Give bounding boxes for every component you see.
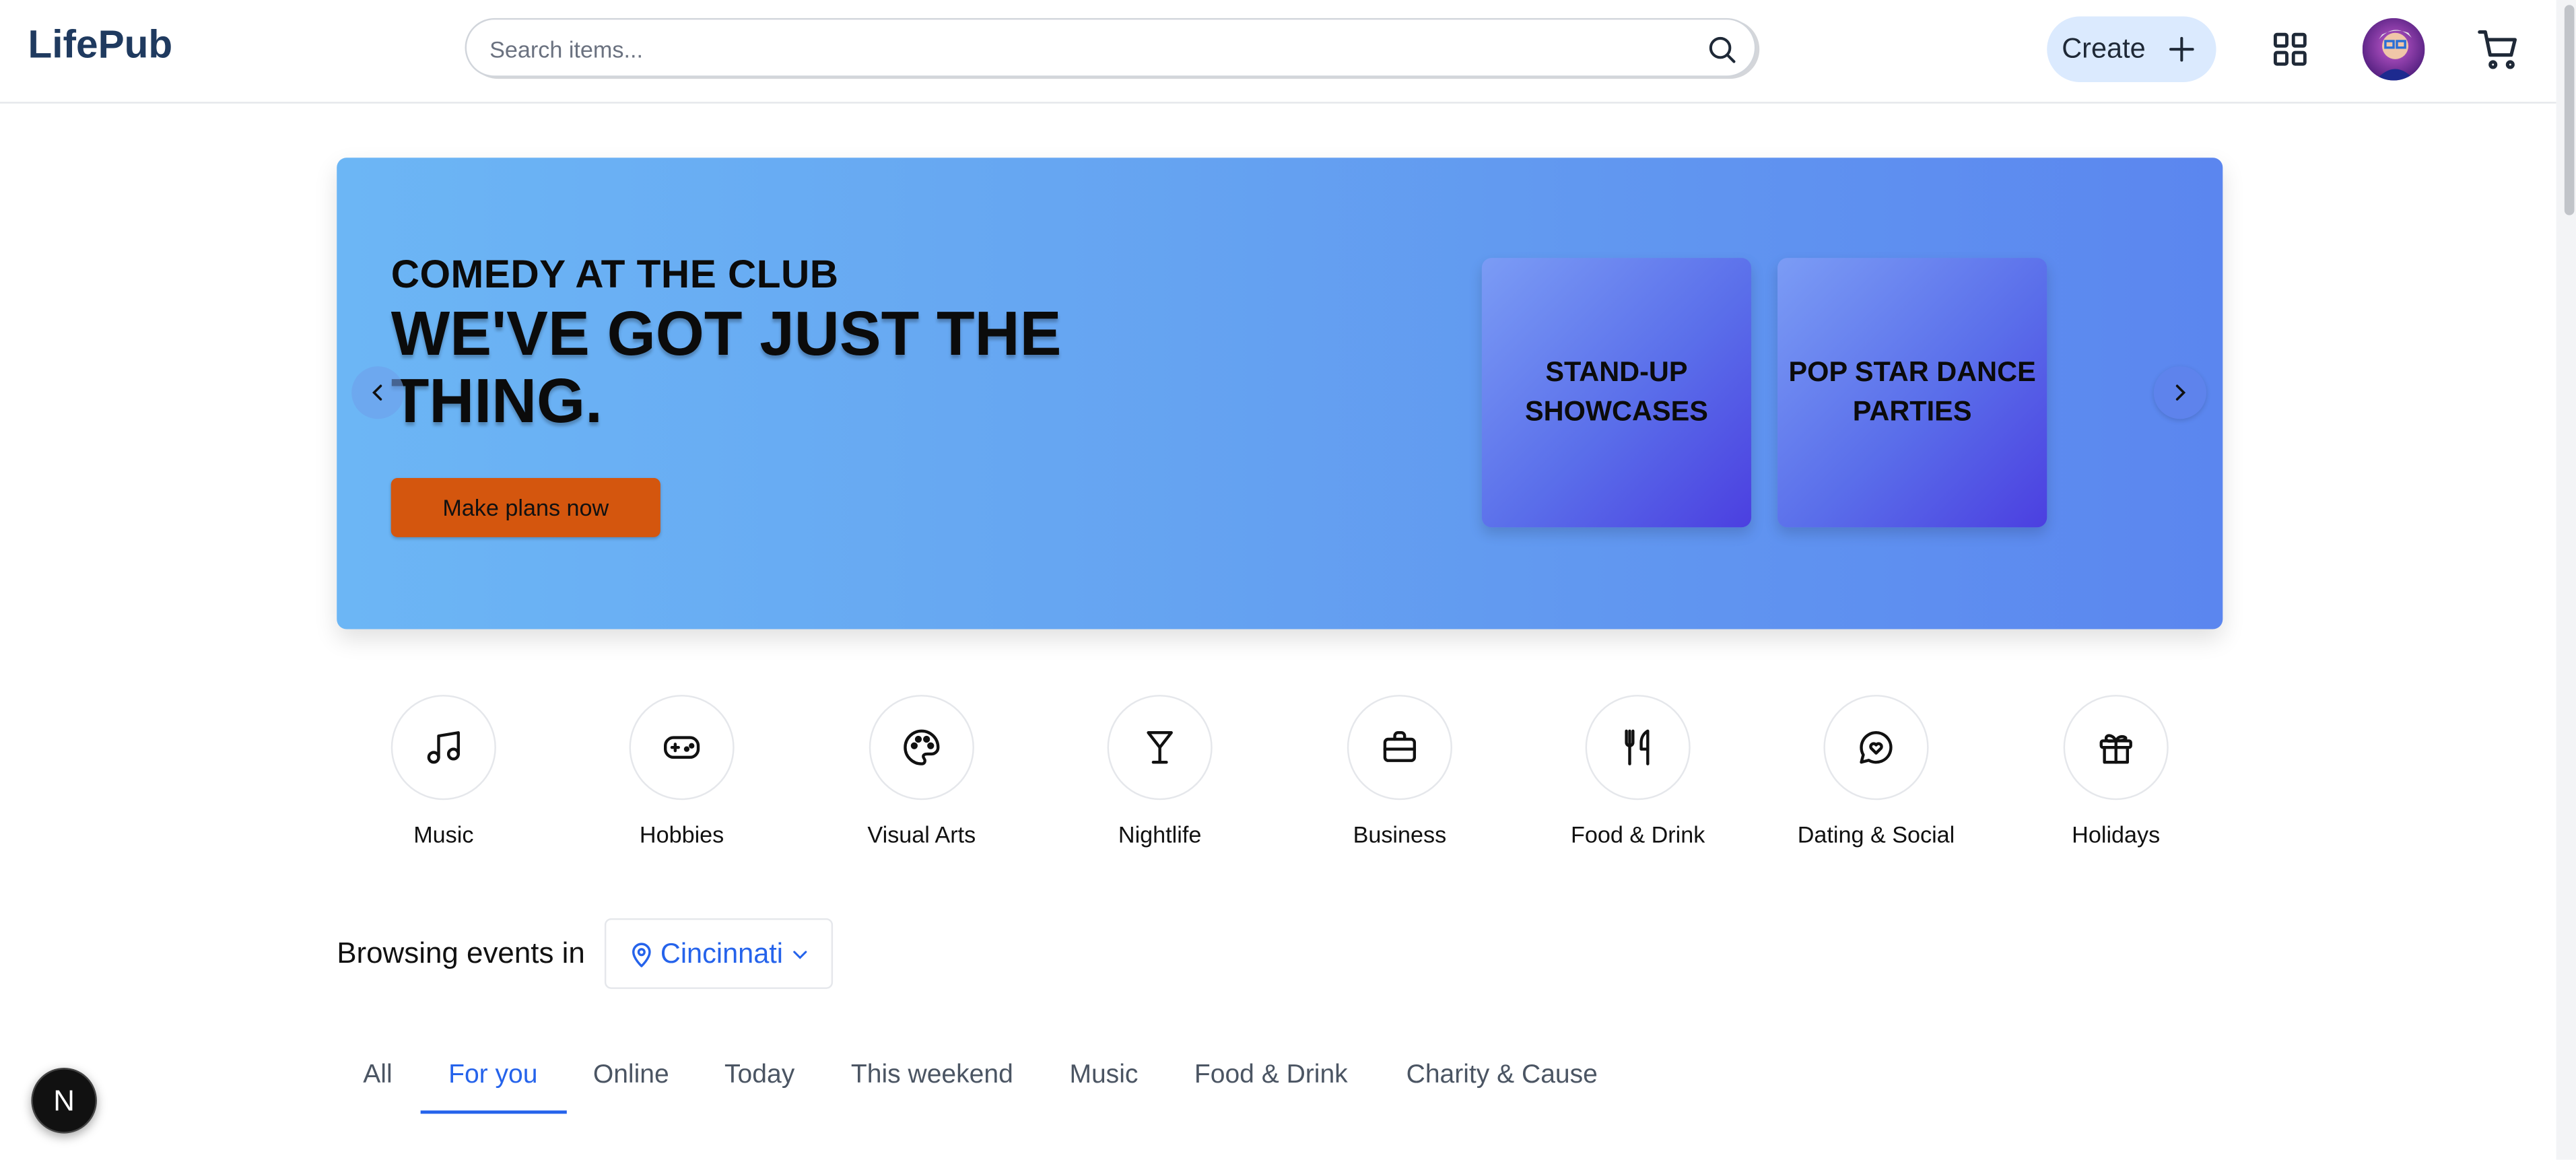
hero-kicker: COMEDY AT THE CLUB: [391, 252, 839, 298]
category-label: Dating & Social: [1797, 821, 1955, 848]
create-button[interactable]: Create: [2047, 16, 2216, 82]
category-music[interactable]: Music: [337, 695, 550, 848]
category-label: Visual Arts: [867, 821, 976, 848]
chevron-left-icon: [372, 384, 382, 401]
category-circle[interactable]: [1585, 695, 1691, 800]
category-label: Music: [413, 821, 474, 848]
tab-online[interactable]: Online: [593, 1061, 669, 1091]
tab-this-weekend[interactable]: This weekend: [851, 1061, 1013, 1091]
scrollbar-thumb[interactable]: [2564, 5, 2575, 215]
category-label: Business: [1353, 821, 1447, 848]
tab-all[interactable]: All: [363, 1061, 392, 1091]
top-nav: LifePub Create: [0, 0, 2556, 104]
apps-grid-icon[interactable]: [2270, 30, 2310, 69]
hero-card-standup[interactable]: STAND-UP SHOWCASES: [1481, 258, 1752, 528]
category-food-drink[interactable]: Food & Drink: [1531, 695, 1744, 848]
category-circle[interactable]: [2063, 695, 2169, 800]
hero-card-dance[interactable]: POP STAR DANCE PARTIES: [1777, 258, 2047, 528]
tab-for-you[interactable]: For you: [448, 1061, 537, 1091]
avatar[interactable]: [2362, 18, 2425, 81]
chat-heart-icon: [1860, 731, 1893, 764]
tab-today[interactable]: Today: [724, 1061, 794, 1091]
category-circle[interactable]: [629, 695, 735, 800]
hero-title: WE'VE GOT JUST THE THING.: [391, 300, 1062, 438]
dev-tools-badge[interactable]: N: [31, 1068, 97, 1134]
music-note-icon: [427, 731, 460, 764]
browsing-label: Browsing events in: [337, 936, 585, 969]
category-circle[interactable]: [1107, 695, 1213, 800]
cocktail-icon: [1147, 731, 1173, 764]
chevron-right-icon: [2175, 384, 2186, 401]
create-label: Create: [2062, 32, 2146, 65]
category-label: Hobbies: [639, 821, 724, 848]
map-pin-icon: [632, 943, 651, 967]
category-circle[interactable]: [1347, 695, 1452, 800]
palette-icon: [904, 729, 940, 765]
search-bar: [465, 18, 1757, 77]
tab-food-drink[interactable]: Food & Drink: [1194, 1061, 1348, 1091]
tab-music[interactable]: Music: [1069, 1061, 1138, 1091]
gift-icon: [2099, 734, 2132, 764]
location-value: Cincinnati: [660, 938, 784, 969]
category-label: Food & Drink: [1570, 821, 1705, 848]
location-dropdown[interactable]: Cincinnati: [604, 918, 834, 989]
active-tab-indicator: [420, 1110, 567, 1114]
category-visual-arts[interactable]: Visual Arts: [815, 695, 1028, 848]
briefcase-icon: [1383, 731, 1417, 762]
category-nightlife[interactable]: Nightlife: [1053, 695, 1266, 848]
carousel-next-button[interactable]: [2153, 366, 2206, 419]
hero-banner: COMEDY AT THE CLUB WE'VE GOT JUST THE TH…: [337, 158, 2223, 629]
category-label: Nightlife: [1118, 821, 1202, 848]
tab-charity-cause[interactable]: Charity & Cause: [1406, 1061, 1598, 1091]
category-dating-social[interactable]: Dating & Social: [1769, 695, 1983, 848]
category-business[interactable]: Business: [1293, 695, 1506, 848]
plus-icon: [2169, 36, 2194, 62]
chevron-down-icon: [793, 951, 807, 959]
category-label: Holidays: [2072, 821, 2161, 848]
gamepad-icon: [664, 736, 700, 759]
category-circle[interactable]: [869, 695, 974, 800]
category-circle[interactable]: [1823, 695, 1929, 800]
page: LifePub Create: [0, 0, 2576, 1160]
make-plans-button[interactable]: Make plans now: [391, 478, 660, 537]
logo[interactable]: LifePub: [28, 23, 172, 69]
cart-icon[interactable]: [2476, 26, 2521, 72]
category-holidays[interactable]: Holidays: [2009, 695, 2223, 848]
search-icon[interactable]: [1705, 33, 1738, 66]
search-input[interactable]: [486, 31, 1676, 68]
utensils-icon: [1625, 729, 1650, 765]
category-circle[interactable]: [391, 695, 496, 800]
carousel-prev-button[interactable]: [351, 366, 405, 419]
category-hobbies[interactable]: Hobbies: [575, 695, 788, 848]
